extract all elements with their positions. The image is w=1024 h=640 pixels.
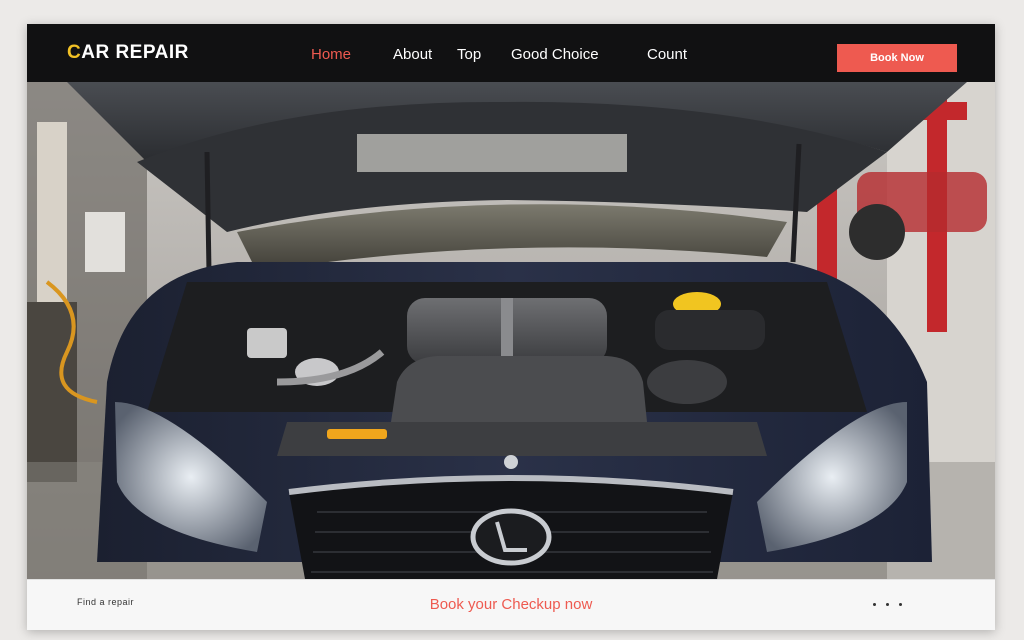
hero-image xyxy=(27,82,995,579)
book-now-button[interactable]: Book Now xyxy=(837,44,957,72)
nav-item-home[interactable]: Home xyxy=(311,46,351,63)
car-engine-photo xyxy=(27,82,995,579)
bottom-bar: Find a repair Book your Checkup now xyxy=(27,579,995,630)
nav-item-good-choice[interactable]: Good Choice xyxy=(511,46,599,63)
slider-dot-3[interactable] xyxy=(899,603,902,606)
logo-text: AR REPAIR xyxy=(81,42,189,63)
logo-accent-letter: C xyxy=(67,42,82,63)
slider-dot-1[interactable] xyxy=(873,603,876,606)
nav-item-top[interactable]: Top xyxy=(457,46,481,63)
site-logo[interactable]: CAR REPAIR xyxy=(67,42,189,64)
nav-item-count[interactable]: Count xyxy=(647,46,687,63)
nav-item-about[interactable]: About xyxy=(393,46,432,63)
top-navigation-bar: CAR REPAIR Home About Top Good Choice Co… xyxy=(27,24,995,82)
slider-dots xyxy=(873,603,902,606)
slider-dot-2[interactable] xyxy=(886,603,889,606)
footer-tagline[interactable]: Book your Checkup now xyxy=(27,596,995,613)
browser-frame: CAR REPAIR Home About Top Good Choice Co… xyxy=(27,24,995,630)
